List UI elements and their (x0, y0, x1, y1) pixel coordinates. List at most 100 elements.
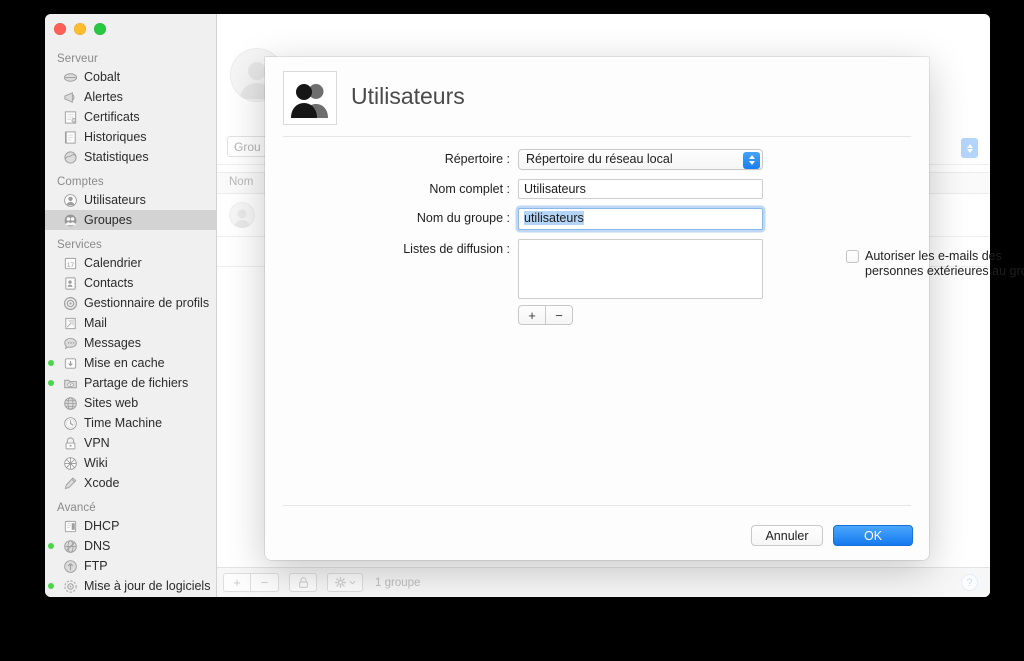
directory-popup-value: Répertoire du réseau local (526, 152, 673, 166)
logs-icon (64, 130, 76, 144)
user-icon (64, 193, 77, 207)
group-name-input[interactable]: utilisateurs (518, 208, 763, 230)
sidebar-item-wiki[interactable]: Wiki (45, 453, 216, 473)
sidebar-item-label: FTP (84, 559, 108, 573)
sidebar-item-label: Alertes (84, 90, 123, 104)
close-button[interactable] (54, 23, 66, 35)
sidebar-item-label: Gestionnaire de profils (84, 296, 210, 310)
stepper-icon[interactable] (743, 151, 760, 169)
content-popup-stepper[interactable] (961, 138, 978, 158)
chevron-up-icon (748, 155, 755, 159)
software-update-icon (64, 579, 77, 593)
remove-group-button[interactable]: − (251, 573, 279, 592)
remove-mailing-list-button[interactable]: − (546, 305, 573, 325)
sidebar-item-ftp[interactable]: FTP (45, 556, 216, 576)
mailing-lists-listbox[interactable] (518, 239, 763, 299)
sidebar-item-mise-en-cache[interactable]: Mise en cache (45, 353, 216, 373)
sidebar-item-netinstall[interactable]: NetInstall (45, 596, 216, 597)
sidebar-item-label: Contacts (84, 276, 134, 290)
service-running-indicator (48, 543, 54, 549)
sidebar-item-historiques[interactable]: Historiques (45, 127, 216, 147)
form-row-mailing-lists: Listes de diffusion : + − (265, 239, 929, 325)
cancel-button[interactable]: Annuler (751, 525, 823, 546)
sidebar-item-time-machine[interactable]: Time Machine (45, 413, 216, 433)
stats-icon (64, 150, 77, 164)
dns-icon (64, 539, 77, 553)
sidebar-item-cobalt[interactable]: Cobalt (45, 67, 216, 87)
sidebar-section-title-services: Services (57, 239, 102, 251)
sidebar-item-label: Messages (84, 336, 141, 350)
service-indicator-placeholder (48, 74, 54, 80)
service-indicator-placeholder (48, 460, 54, 466)
sidebar-item-label: Sites web (84, 396, 139, 410)
sidebar-item-sites-web[interactable]: Sites web (45, 393, 216, 413)
help-button[interactable]: ? (961, 574, 978, 591)
group-name-label: Nom du groupe : (416, 211, 510, 225)
dhcp-icon (64, 520, 77, 532)
service-indicator-placeholder (48, 197, 54, 203)
sidebar-item-label: Cobalt (84, 70, 121, 84)
service-indicator-placeholder (48, 94, 54, 100)
sidebar-item-alertes[interactable]: Alertes (45, 87, 216, 107)
service-running-indicator (48, 583, 54, 589)
zoom-button[interactable] (94, 23, 106, 35)
chevron-down-icon (349, 580, 355, 585)
add-mailing-list-button[interactable]: + (518, 305, 546, 325)
sidebar-item-mise-jour-de-logiciels[interactable]: Mise à jour de logiciels (45, 576, 216, 596)
service-indicator-placeholder (48, 480, 54, 486)
sidebar-item-mail[interactable]: Mail (45, 313, 216, 333)
form-row-directory: Répertoire : Répertoire du réseau local (265, 149, 929, 170)
sidebar-item-gestionnaire-de-profils[interactable]: Gestionnaire de profils (45, 293, 216, 313)
service-indicator-placeholder (48, 217, 54, 223)
allow-external-email-row[interactable]: Autoriser les e-mails des personnes exté… (846, 249, 1024, 279)
sidebar-item-certificats[interactable]: Certificats (45, 107, 216, 127)
allow-external-email-label: Autoriser les e-mails des personnes exté… (865, 249, 1024, 278)
wiki-icon (64, 456, 77, 470)
sidebar-item-contacts[interactable]: Contacts (45, 273, 216, 293)
sidebar-item-partage-de-fichiers[interactable]: Partage de fichiers (45, 373, 216, 393)
sidebar-item-dhcp[interactable]: DHCP (45, 516, 216, 536)
lock-button[interactable] (289, 573, 317, 592)
full-name-input[interactable]: Utilisateurs (518, 179, 763, 199)
service-running-indicator (48, 380, 54, 386)
add-group-button[interactable]: + (223, 573, 251, 592)
sidebar-item-statistiques[interactable]: Statistiques (45, 147, 216, 167)
service-indicator-placeholder (48, 523, 54, 529)
users-group-icon (283, 71, 337, 125)
directory-popup-button[interactable]: Répertoire du réseau local (518, 149, 763, 170)
full-name-label: Nom complet : (429, 182, 510, 196)
sidebar-item-label: Partage de fichiers (84, 376, 189, 390)
sidebar-item-calendrier[interactable]: 17 Calendrier (45, 253, 216, 273)
sidebar-item-label: DHCP (84, 519, 120, 533)
messages-icon (64, 337, 77, 349)
calendar-icon: 17 (64, 257, 77, 269)
bottom-toolbar: + − 1 groupe (217, 567, 990, 597)
sidebar-item-label: VPN (84, 436, 110, 450)
sidebar-item-groupes[interactable]: Groupes (45, 210, 216, 230)
lock-icon (298, 577, 308, 588)
sheet-title: Utilisateurs (351, 83, 465, 109)
sidebar-item-label: Groupes (84, 213, 132, 227)
caching-icon (64, 357, 77, 369)
service-indicator-placeholder (48, 340, 54, 346)
sheet-footer-divider (283, 505, 911, 506)
minimize-button[interactable] (74, 23, 86, 35)
sidebar-item-label: Wiki (84, 456, 108, 470)
service-running-indicator (48, 360, 54, 366)
mailing-lists-buttons: + − (518, 305, 573, 325)
group-name-selected-text: utilisateurs (524, 211, 584, 225)
ok-button[interactable]: OK (833, 525, 913, 546)
sidebar-item-dns[interactable]: DNS (45, 536, 216, 556)
action-menu-button[interactable] (327, 573, 363, 592)
sidebar-item-label: Xcode (84, 476, 120, 490)
sidebar-item-xcode[interactable]: Xcode (45, 473, 216, 493)
service-indicator-placeholder (48, 300, 54, 306)
sidebar-item-messages[interactable]: Messages (45, 333, 216, 353)
sidebar-list: Serveur Cobalt Alertes Certificats Historiqu… (45, 44, 216, 597)
allow-external-email-checkbox[interactable] (846, 250, 859, 263)
sidebar-item-utilisateurs[interactable]: Utilisateurs (45, 190, 216, 210)
chevron-down-icon (748, 161, 755, 165)
service-indicator-placeholder (48, 134, 54, 140)
sidebar-item-label: Time Machine (84, 416, 163, 430)
sidebar-item-vpn[interactable]: VPN (45, 433, 216, 453)
